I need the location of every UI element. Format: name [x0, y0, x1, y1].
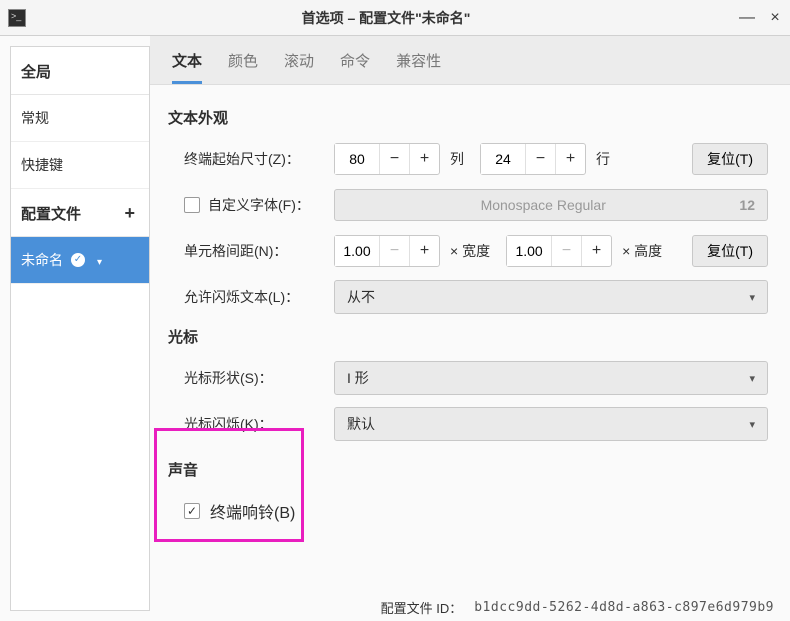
titlebar: 首选项 – 配置文件"未命名" — × [0, 0, 790, 36]
row-cell-spacing: 单元格间距(N)： − + × 宽度 − + × 高度 复位(T) [184, 234, 768, 268]
width-spinner[interactable]: − + [334, 235, 440, 267]
sidebar-profiles-header: 配置文件 + [11, 189, 149, 237]
custom-font-label-wrap: 自定义字体(F)： [184, 195, 324, 215]
row-custom-font: 自定义字体(F)： Monospace Regular 12 [184, 188, 768, 222]
profile-dropdown-icon[interactable] [93, 252, 102, 268]
custom-font-label: 自定义字体(F)： [208, 195, 310, 215]
blink-text-value: 从不 [347, 287, 375, 307]
sidebar-item-profile-active[interactable]: 未命名 ✓ [11, 237, 149, 284]
cols-input[interactable] [335, 144, 379, 174]
terminal-bell-checkbox[interactable] [184, 503, 200, 519]
close-button[interactable]: × [768, 11, 782, 25]
height-spinner[interactable]: − + [506, 235, 612, 267]
add-profile-button[interactable]: + [120, 203, 139, 224]
initial-size-label: 终端起始尺寸(Z)： [184, 149, 324, 169]
section-sound: 声音 [168, 459, 768, 480]
reset-size-button[interactable]: 复位(T) [692, 143, 768, 175]
width-unit: × 宽度 [450, 241, 490, 261]
tab-colors[interactable]: 颜色 [228, 50, 258, 84]
rows-unit: 行 [596, 149, 610, 169]
sidebar-item-shortcuts[interactable]: 快捷键 [11, 142, 149, 189]
height-minus[interactable]: − [551, 236, 581, 266]
footer: 配置文件 ID： b1dcc9dd-5262-4d8d-a863-c897e6d… [381, 598, 774, 617]
terminal-app-icon [8, 9, 26, 27]
cols-minus[interactable]: − [379, 144, 409, 174]
font-size: 12 [739, 197, 755, 213]
cursor-shape-combo[interactable]: I 形 [334, 361, 768, 395]
cols-spinner[interactable]: − + [334, 143, 440, 175]
width-plus[interactable]: + [409, 236, 439, 266]
sidebar-item-general[interactable]: 常规 [11, 95, 149, 142]
pane-text: 文本外观 终端起始尺寸(Z)： − + 列 − + 行 复位(T) [150, 85, 790, 621]
blink-text-label: 允许闪烁文本(L)： [184, 287, 324, 307]
cols-unit: 列 [450, 149, 464, 169]
font-chooser-button[interactable]: Monospace Regular 12 [334, 189, 768, 221]
row-cursor-shape: 光标形状(S)： I 形 [184, 361, 768, 395]
sidebar-profiles-label: 配置文件 [21, 203, 81, 224]
profile-id-label: 配置文件 ID： [381, 598, 463, 617]
font-name: Monospace Regular [347, 197, 739, 213]
cursor-shape-label: 光标形状(S)： [184, 368, 324, 388]
cell-spacing-label: 单元格间距(N)： [184, 241, 324, 261]
blink-text-combo[interactable]: 从不 [334, 280, 768, 314]
rows-input[interactable] [481, 144, 525, 174]
rows-plus[interactable]: + [555, 144, 585, 174]
tabs: 文本 颜色 滚动 命令 兼容性 [150, 36, 790, 85]
section-text-appearance: 文本外观 [168, 107, 768, 128]
height-input[interactable] [507, 236, 551, 266]
row-cursor-blink: 光标闪烁(K)： 默认 [184, 407, 768, 441]
sidebar-profile-label: 未命名 [21, 250, 63, 270]
reset-spacing-button[interactable]: 复位(T) [692, 235, 768, 267]
window-title: 首选项 – 配置文件"未命名" [32, 8, 740, 28]
custom-font-checkbox[interactable] [184, 197, 200, 213]
section-cursor: 光标 [168, 326, 768, 347]
sidebar: 全局 常规 快捷键 配置文件 + 未命名 ✓ [10, 46, 150, 611]
cursor-blink-value: 默认 [347, 414, 375, 434]
tab-text[interactable]: 文本 [172, 50, 202, 84]
cursor-blink-combo[interactable]: 默认 [334, 407, 768, 441]
height-unit: × 高度 [622, 241, 662, 261]
cursor-blink-label: 光标闪烁(K)： [184, 414, 324, 434]
row-terminal-bell: 终端响铃(B) [184, 494, 768, 528]
tab-command[interactable]: 命令 [340, 50, 370, 84]
minimize-button[interactable]: — [740, 11, 754, 25]
active-check-icon: ✓ [71, 253, 85, 267]
row-blink-text: 允许闪烁文本(L)： 从不 [184, 280, 768, 314]
rows-spinner[interactable]: − + [480, 143, 586, 175]
row-initial-size: 终端起始尺寸(Z)： − + 列 − + 行 复位(T) [184, 142, 768, 176]
cursor-shape-value: I 形 [347, 368, 369, 388]
rows-minus[interactable]: − [525, 144, 555, 174]
cols-plus[interactable]: + [409, 144, 439, 174]
tab-compat[interactable]: 兼容性 [396, 50, 441, 84]
profile-id-value: b1dcc9dd-5262-4d8d-a863-c897e6d979b9 [474, 600, 774, 615]
sidebar-global-header: 全局 [11, 47, 149, 95]
tab-scrolling[interactable]: 滚动 [284, 50, 314, 84]
terminal-bell-label: 终端响铃(B) [210, 499, 295, 523]
height-plus[interactable]: + [581, 236, 611, 266]
width-input[interactable] [335, 236, 379, 266]
width-minus[interactable]: − [379, 236, 409, 266]
